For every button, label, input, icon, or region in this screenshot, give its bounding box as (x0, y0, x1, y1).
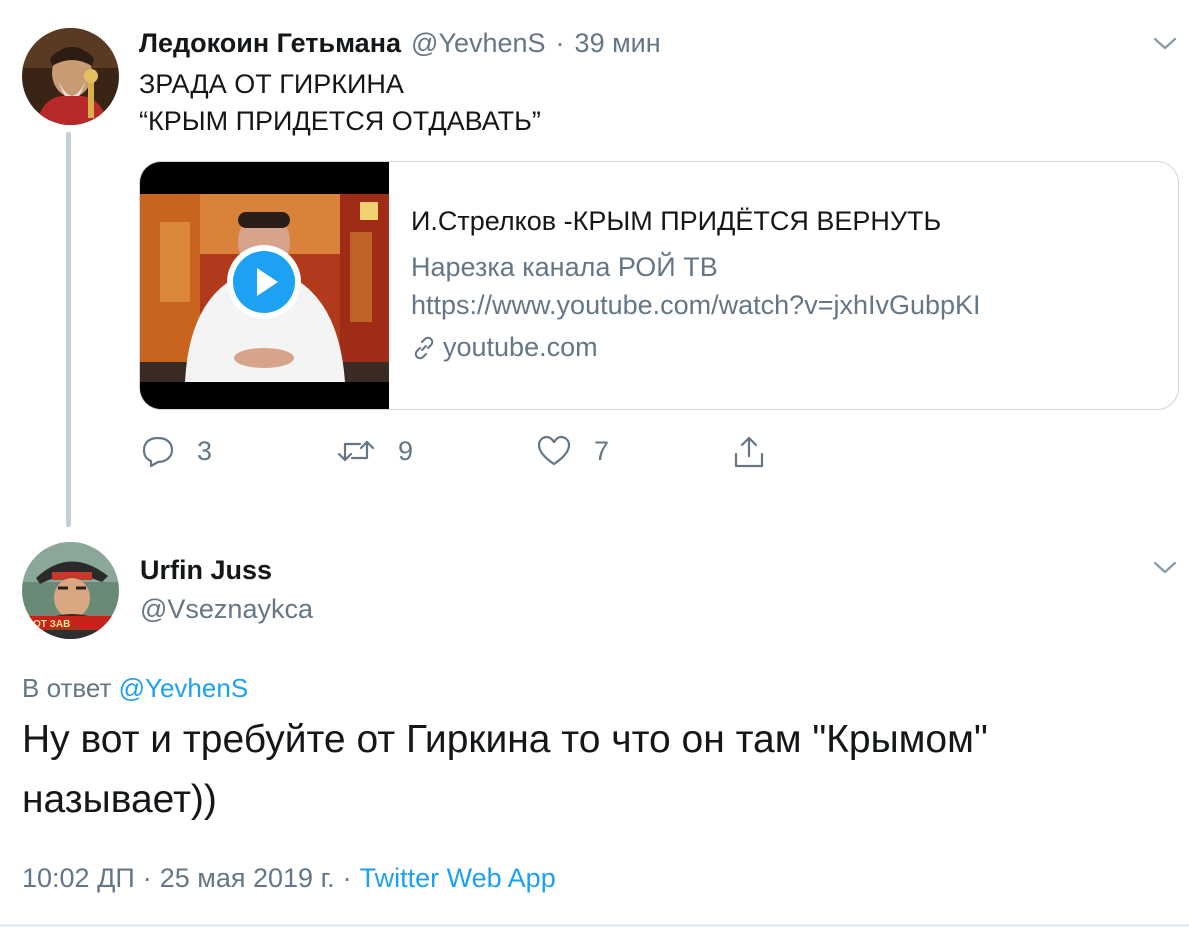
reply-to-handle[interactable]: @YevhenS (119, 673, 249, 703)
tweet-text-line: “КРЫМ ПРИДЕТСЯ ОТДАВАТЬ” (139, 106, 541, 136)
card-url[interactable]: https://www.youtube.com/watch?v=jxhIvGub… (411, 290, 981, 321)
retweet-count: 9 (398, 435, 414, 466)
reply-count: 3 (197, 435, 213, 466)
reply-context: В ответ @YevhenS (22, 673, 248, 704)
tweet-time[interactable]: 10:02 ДП (22, 863, 135, 894)
card-title[interactable]: И.Стрелков -КРЫМ ПРИДЁТСЯ ВЕРНУТЬ (411, 206, 941, 237)
link-card[interactable]: И.Стрелков -КРЫМ ПРИДЁТСЯ ВЕРНУТЬ Нарезк… (139, 161, 1179, 410)
tweet-text-line: Ну вот и требуйте от Гиркина то что он т… (22, 718, 988, 761)
like-button[interactable]: 7 (536, 434, 609, 468)
play-icon[interactable] (226, 244, 302, 320)
tweet-time[interactable]: 39 мин (575, 28, 661, 59)
tweet-source[interactable]: Twitter Web App (360, 863, 556, 894)
tweet-text-line: ЗРАДА ОТ ГИРКИНА (139, 69, 404, 99)
tweet-date[interactable]: 25 мая 2019 г. (160, 863, 335, 894)
author-handle[interactable]: @Vseznaykca (140, 594, 313, 625)
reply-prefix: В ответ (22, 673, 112, 703)
separator: · (342, 863, 352, 893)
tweet-text: Ну вот и требуйте от Гиркина то что он т… (22, 710, 988, 830)
tweet-text-line: называет)) (22, 778, 217, 821)
tweet-text: ЗРАДА ОТ ГИРКИНА “КРЫМ ПРИДЕТСЯ ОТДАВАТЬ… (139, 66, 541, 140)
share-button[interactable] (732, 434, 766, 475)
thread-line (66, 132, 71, 527)
avatar[interactable] (22, 28, 119, 125)
card-domain[interactable]: youtube.com (443, 332, 598, 363)
chevron-down-icon[interactable] (1152, 34, 1178, 54)
like-count: 7 (594, 435, 610, 466)
reply-icon (141, 434, 175, 468)
author-name[interactable]: Urfin Juss (140, 555, 272, 586)
card-description: Нарезка канала РОЙ ТВ (411, 252, 718, 282)
avatar[interactable]: ВОТ ЗАВ (22, 542, 119, 639)
link-icon (411, 335, 437, 361)
avatar-badge: ВОТ ЗАВ (26, 619, 70, 630)
retweet-icon (336, 434, 376, 468)
like-icon (536, 434, 572, 468)
separator: · (142, 863, 152, 893)
separator: · (555, 28, 565, 58)
tweet-meta: 10:02 ДП · 25 мая 2019 г. · Twitter Web … (22, 863, 556, 894)
retweet-button[interactable]: 9 (336, 434, 413, 468)
author-name[interactable]: Ледокоин Гетьмана (139, 28, 401, 59)
video-thumbnail[interactable] (140, 162, 389, 409)
reply-button[interactable]: 3 (141, 434, 212, 468)
share-icon (732, 434, 766, 470)
author-handle[interactable]: @YevhenS (411, 28, 546, 59)
chevron-down-icon[interactable] (1152, 558, 1178, 578)
